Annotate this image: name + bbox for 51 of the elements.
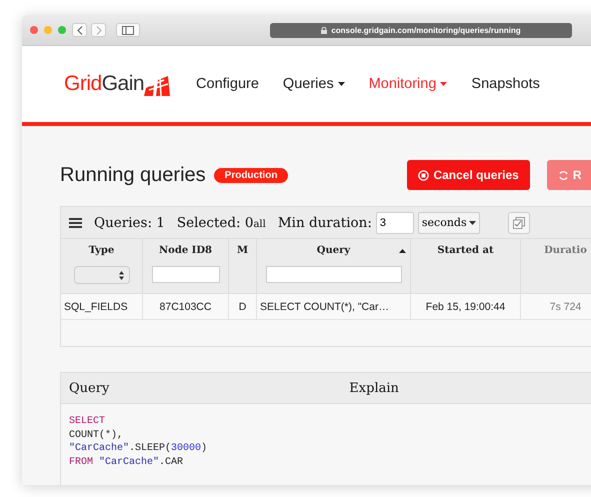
close-icon[interactable] xyxy=(30,26,38,34)
select-all-button[interactable] xyxy=(508,212,530,234)
address-bar[interactable]: console.gridgain.com/monitoring/queries/running xyxy=(270,22,572,38)
table-cell: D xyxy=(229,294,257,319)
table-cell: SELECT COUNT(*), "Car… xyxy=(257,294,411,319)
selected-count: Selected: 0all xyxy=(176,214,266,230)
page-title: Running queries xyxy=(60,164,206,186)
checkbox-stack-icon xyxy=(512,216,525,228)
nav-menu-item[interactable]: Snapshots xyxy=(471,76,540,92)
query-heading: Query xyxy=(69,380,110,396)
column-header[interactable]: M xyxy=(236,245,248,256)
maximize-icon[interactable] xyxy=(58,26,66,34)
back-button[interactable] xyxy=(72,23,87,37)
unit-dropdown[interactable]: seconds xyxy=(418,212,480,234)
caret-icon xyxy=(440,82,448,86)
cancel-queries-button[interactable]: Cancel queries xyxy=(407,160,530,190)
lock-icon xyxy=(321,26,328,34)
sort-ascending-icon[interactable] xyxy=(399,249,406,253)
min-duration-field[interactable]: 3 xyxy=(376,212,414,234)
logo[interactable]: GridGain xyxy=(64,72,170,96)
filter-field[interactable] xyxy=(152,266,220,283)
filter-field[interactable] xyxy=(266,266,402,283)
nav-menu-item[interactable]: Configure xyxy=(196,76,259,92)
column-header[interactable]: Duratio xyxy=(544,245,587,256)
column-header[interactable]: Query xyxy=(316,245,350,256)
min-duration-label: Min duration: xyxy=(278,214,372,230)
sidebar-button[interactable] xyxy=(116,23,140,37)
stop-icon xyxy=(418,170,430,180)
chevron-left-icon xyxy=(76,26,82,34)
refresh-icon xyxy=(558,170,569,180)
table-cell: SQL_FIELDS xyxy=(61,294,143,319)
caret-icon xyxy=(468,220,476,224)
nav-menu-item[interactable]: Monitoring xyxy=(368,76,448,92)
sql-code: SELECT COUNT(*), "CarCache".SLEEP(30000) FROM "CarCache".CAR xyxy=(68,415,208,470)
type-filter-dropdown[interactable] xyxy=(74,266,130,284)
column-header[interactable]: Started at xyxy=(437,245,494,256)
table-cell: 7s 724 xyxy=(521,294,591,319)
nav-menu-item[interactable]: Queries xyxy=(282,76,345,92)
column-header[interactable]: Node ID8 xyxy=(159,245,212,256)
up-down-arrows-icon xyxy=(118,270,124,280)
explain-heading: Explain xyxy=(349,380,399,396)
minimize-icon[interactable] xyxy=(44,26,52,34)
sidebar-icon xyxy=(122,26,134,34)
chevron-right-icon xyxy=(96,26,102,34)
table-cell: Feb 15, 19:00:44 xyxy=(411,294,521,319)
caret-icon xyxy=(338,82,345,86)
menu-icon[interactable] xyxy=(69,218,82,228)
column-header[interactable]: Type xyxy=(88,245,114,256)
environment-badge: Production xyxy=(214,168,288,182)
table-cell: 87C103CC xyxy=(143,294,229,319)
queries-count: Queries: 1 xyxy=(94,214,165,230)
